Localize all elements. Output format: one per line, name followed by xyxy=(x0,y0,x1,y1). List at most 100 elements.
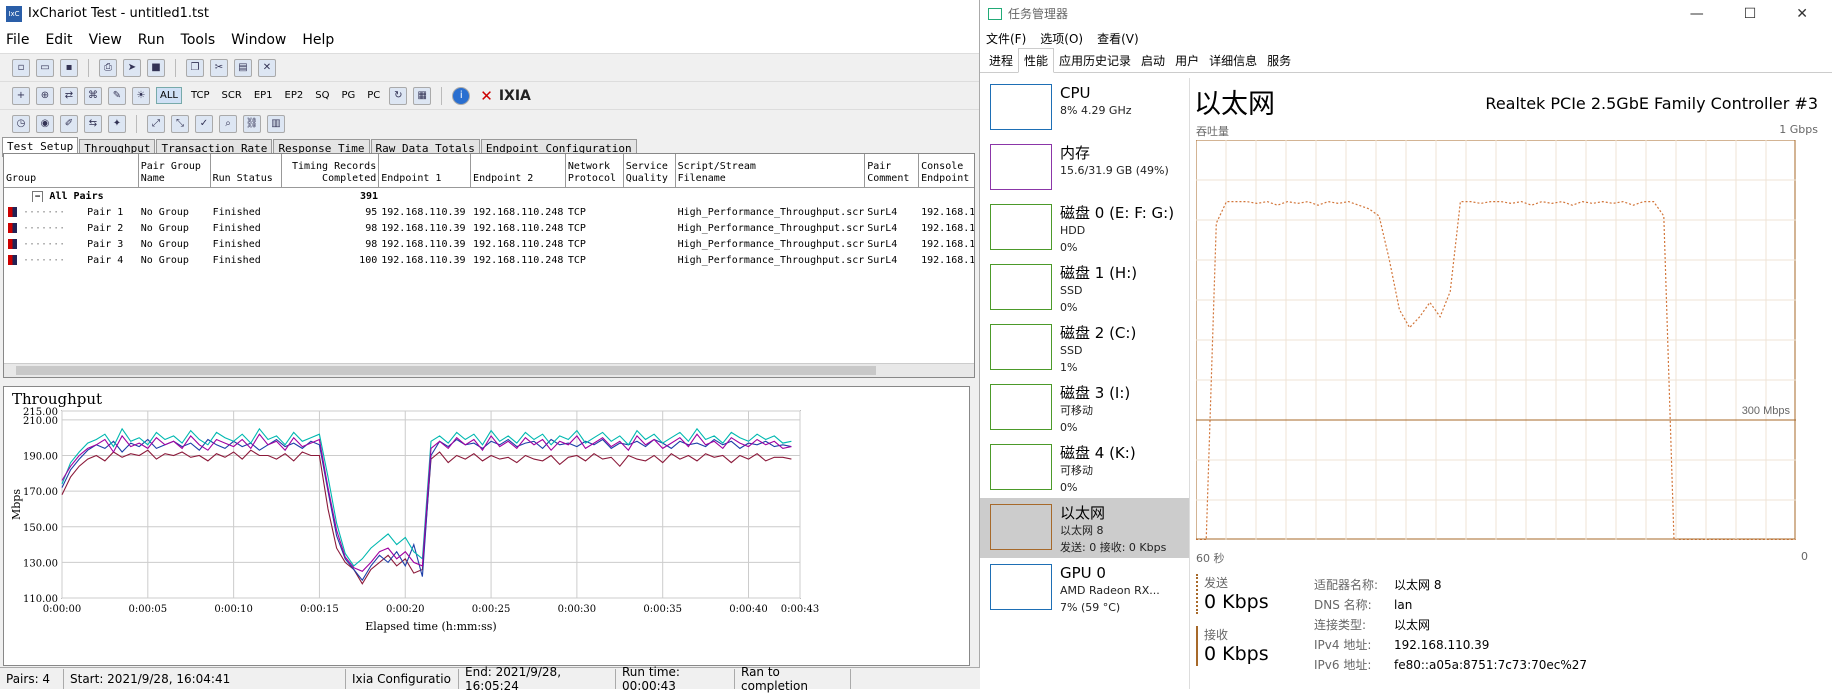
filter-scr-button[interactable]: SCR xyxy=(219,88,245,103)
menu-edit[interactable]: Edit xyxy=(45,32,72,48)
menu-help[interactable]: Help xyxy=(302,32,334,48)
pair-icon[interactable]: ⇄ xyxy=(60,86,78,105)
open-folder-icon[interactable]: ▭ xyxy=(36,58,54,77)
adapter-name: Realtek PCIe 2.5GbE Family Controller #3 xyxy=(1485,94,1818,113)
endpoint-icon[interactable]: ◉ xyxy=(36,114,54,133)
lightbulb-icon[interactable]: ☀ xyxy=(132,86,150,105)
collapse-toggle-icon[interactable]: − xyxy=(32,190,44,202)
tab-performance[interactable]: 性能 xyxy=(1018,48,1055,73)
edit-icon[interactable]: ✎ xyxy=(108,86,126,105)
col-header-console-endpoint[interactable]: Console Endpoint xyxy=(919,154,974,187)
perf-item-4[interactable]: 磁盘 2 (C:) SSD 1% xyxy=(980,318,1189,378)
col-header-endpoint-2[interactable]: Endpoint 2 xyxy=(471,154,566,187)
scrollbar-thumb[interactable] xyxy=(16,366,876,375)
expand-icon[interactable]: ⤢ xyxy=(147,114,165,133)
menu-tools[interactable]: Tools xyxy=(181,32,216,48)
tm-title-bar: 任务管理器 — ☐ ✕ xyxy=(980,0,1832,27)
col-header-service-quality[interactable]: Service Quality xyxy=(624,154,676,187)
filter-pc-button[interactable]: PC xyxy=(364,88,383,103)
minimize-icon[interactable]: — xyxy=(1690,6,1704,22)
run-icon[interactable]: ➤ xyxy=(123,58,141,77)
col-header-pair-comment[interactable]: Pair Comment xyxy=(865,154,920,187)
add-pair-icon[interactable]: + xyxy=(12,86,30,105)
collapse-icon[interactable]: ⤡ xyxy=(171,114,189,133)
ixia-logo: ✕ xyxy=(480,86,493,105)
maximize-icon[interactable]: ☐ xyxy=(1744,6,1757,22)
zoom-icon[interactable]: ⌕ xyxy=(219,114,237,133)
perf-item-1[interactable]: 内存 15.6/31.9 GB (49%) xyxy=(980,138,1189,198)
pair-status: Finished xyxy=(212,238,261,250)
swap-icon[interactable]: ⇆ xyxy=(84,114,102,133)
pair-records: 95 xyxy=(365,206,378,218)
perf-item-6[interactable]: 磁盘 4 (K:) 可移动 0% xyxy=(980,438,1189,498)
delete-icon[interactable]: ✕ xyxy=(258,58,276,77)
timing-icon[interactable]: ◷ xyxy=(12,114,30,133)
perf-item-name: 磁盘 0 (E: F: G:) xyxy=(1060,204,1175,222)
task-manager-icon xyxy=(988,7,1002,20)
col-header-group[interactable]: Group xyxy=(4,154,139,187)
check-icon[interactable]: ✓ xyxy=(195,114,213,133)
filter-sq-button[interactable]: SQ xyxy=(312,88,332,103)
col-header-script-filename[interactable]: Script/Stream Filename xyxy=(676,154,866,187)
perf-item-8[interactable]: GPU 0 AMD Radeon RX... 7% (59 °C) xyxy=(980,558,1189,618)
col-header-pair-group-name[interactable]: Pair Group Name xyxy=(139,154,211,187)
filter-tcp-button[interactable]: TCP xyxy=(188,88,213,103)
status-config: Ixia Configuratio xyxy=(346,668,459,689)
table-row[interactable]: ······· Pair 4 No Group Finished 100 192.168.… xyxy=(4,252,974,268)
pair-endpoint-2: 192.168.110.248 xyxy=(473,222,564,234)
all-pairs-row[interactable]: − All Pairs 391 xyxy=(4,188,974,204)
info-icon[interactable]: i xyxy=(452,86,471,105)
info-key: IPv4 地址: xyxy=(1314,638,1372,652)
x-tick-label: 0:00:35 xyxy=(643,604,682,615)
col-header-run-status[interactable]: Run Status xyxy=(211,154,283,187)
info-value: fe80::a05a:8751:7c73:70ec%27 xyxy=(1394,658,1588,672)
filter-ep2-button[interactable]: EP2 xyxy=(282,88,307,103)
perf-item-2[interactable]: 磁盘 0 (E: F: G:) HDD 0% xyxy=(980,198,1189,258)
link-icon[interactable]: ⛓ xyxy=(243,114,261,133)
tab-services[interactable]: 服务 xyxy=(1262,49,1296,72)
menu-run[interactable]: Run xyxy=(138,32,165,48)
grid-icon[interactable]: ▦ xyxy=(413,86,432,105)
perf-item-3[interactable]: 磁盘 1 (H:) SSD 0% xyxy=(980,258,1189,318)
menu-window[interactable]: Window xyxy=(231,32,286,48)
tm-tabs: 进程 性能 应用历史记录 启动 用户 详细信息 服务 xyxy=(980,48,1832,73)
filter-ep1-button[interactable]: EP1 xyxy=(251,88,276,103)
col-header-endpoint-1[interactable]: Endpoint 1 xyxy=(379,154,472,187)
stop-icon[interactable]: ■ xyxy=(147,58,165,77)
col-header-timing-records[interactable]: Timing Records Completed xyxy=(282,154,380,187)
close-icon[interactable]: ✕ xyxy=(1796,6,1808,22)
tab-app-history[interactable]: 应用历史记录 xyxy=(1054,49,1136,72)
tm-menu-file[interactable]: 文件(F) xyxy=(986,30,1026,47)
tab-users[interactable]: 用户 xyxy=(1170,49,1204,72)
table-row[interactable]: ······· Pair 3 No Group Finished 98 192.168.1… xyxy=(4,236,974,252)
menu-view[interactable]: View xyxy=(89,32,122,48)
wizard-icon[interactable]: ✦ xyxy=(108,114,126,133)
tab-details[interactable]: 详细信息 xyxy=(1204,49,1262,72)
col-header-network-protocol[interactable]: Network Protocol xyxy=(566,154,624,187)
perf-item-0[interactable]: CPU 8% 4.29 GHz xyxy=(980,78,1189,138)
table-icon[interactable]: ▥ xyxy=(267,114,285,133)
group-icon[interactable]: ⌘ xyxy=(84,86,102,105)
filter-all-button[interactable]: ALL xyxy=(156,87,182,104)
x-tick-label: 0:00:30 xyxy=(558,604,597,615)
add-multicast-icon[interactable]: ⊕ xyxy=(36,86,54,105)
filter-pg-button[interactable]: PG xyxy=(338,88,358,103)
table-row[interactable]: ······· Pair 2 No Group Finished 98 192.168.1… xyxy=(4,220,974,236)
refresh-icon[interactable]: ↻ xyxy=(389,86,408,105)
tm-menu-options[interactable]: 选项(O) xyxy=(1040,30,1083,47)
paste-icon[interactable]: ▤ xyxy=(234,58,252,77)
menu-file[interactable]: File xyxy=(6,32,29,48)
tm-menu-view[interactable]: 查看(V) xyxy=(1097,30,1139,47)
perf-item-5[interactable]: 磁盘 3 (I:) 可移动 0% xyxy=(980,378,1189,438)
copy-icon[interactable]: ❐ xyxy=(186,58,204,77)
edit-pair-icon[interactable]: ✐ xyxy=(60,114,78,133)
tab-processes[interactable]: 进程 xyxy=(984,49,1018,72)
perf-item-7[interactable]: 以太网 以太网 8 发送: 0 接收: 0 Kbps xyxy=(980,498,1189,558)
table-row[interactable]: ······· Pair 1 No Group Finished 95 192.168.1… xyxy=(4,204,974,220)
horizontal-scrollbar[interactable] xyxy=(4,363,974,377)
save-icon[interactable]: ▪ xyxy=(60,58,78,77)
tab-startup[interactable]: 启动 xyxy=(1136,49,1170,72)
new-file-icon[interactable]: ▫ xyxy=(12,58,30,77)
print-icon[interactable]: ⎙ xyxy=(99,58,117,77)
cut-icon[interactable]: ✂ xyxy=(210,58,228,77)
